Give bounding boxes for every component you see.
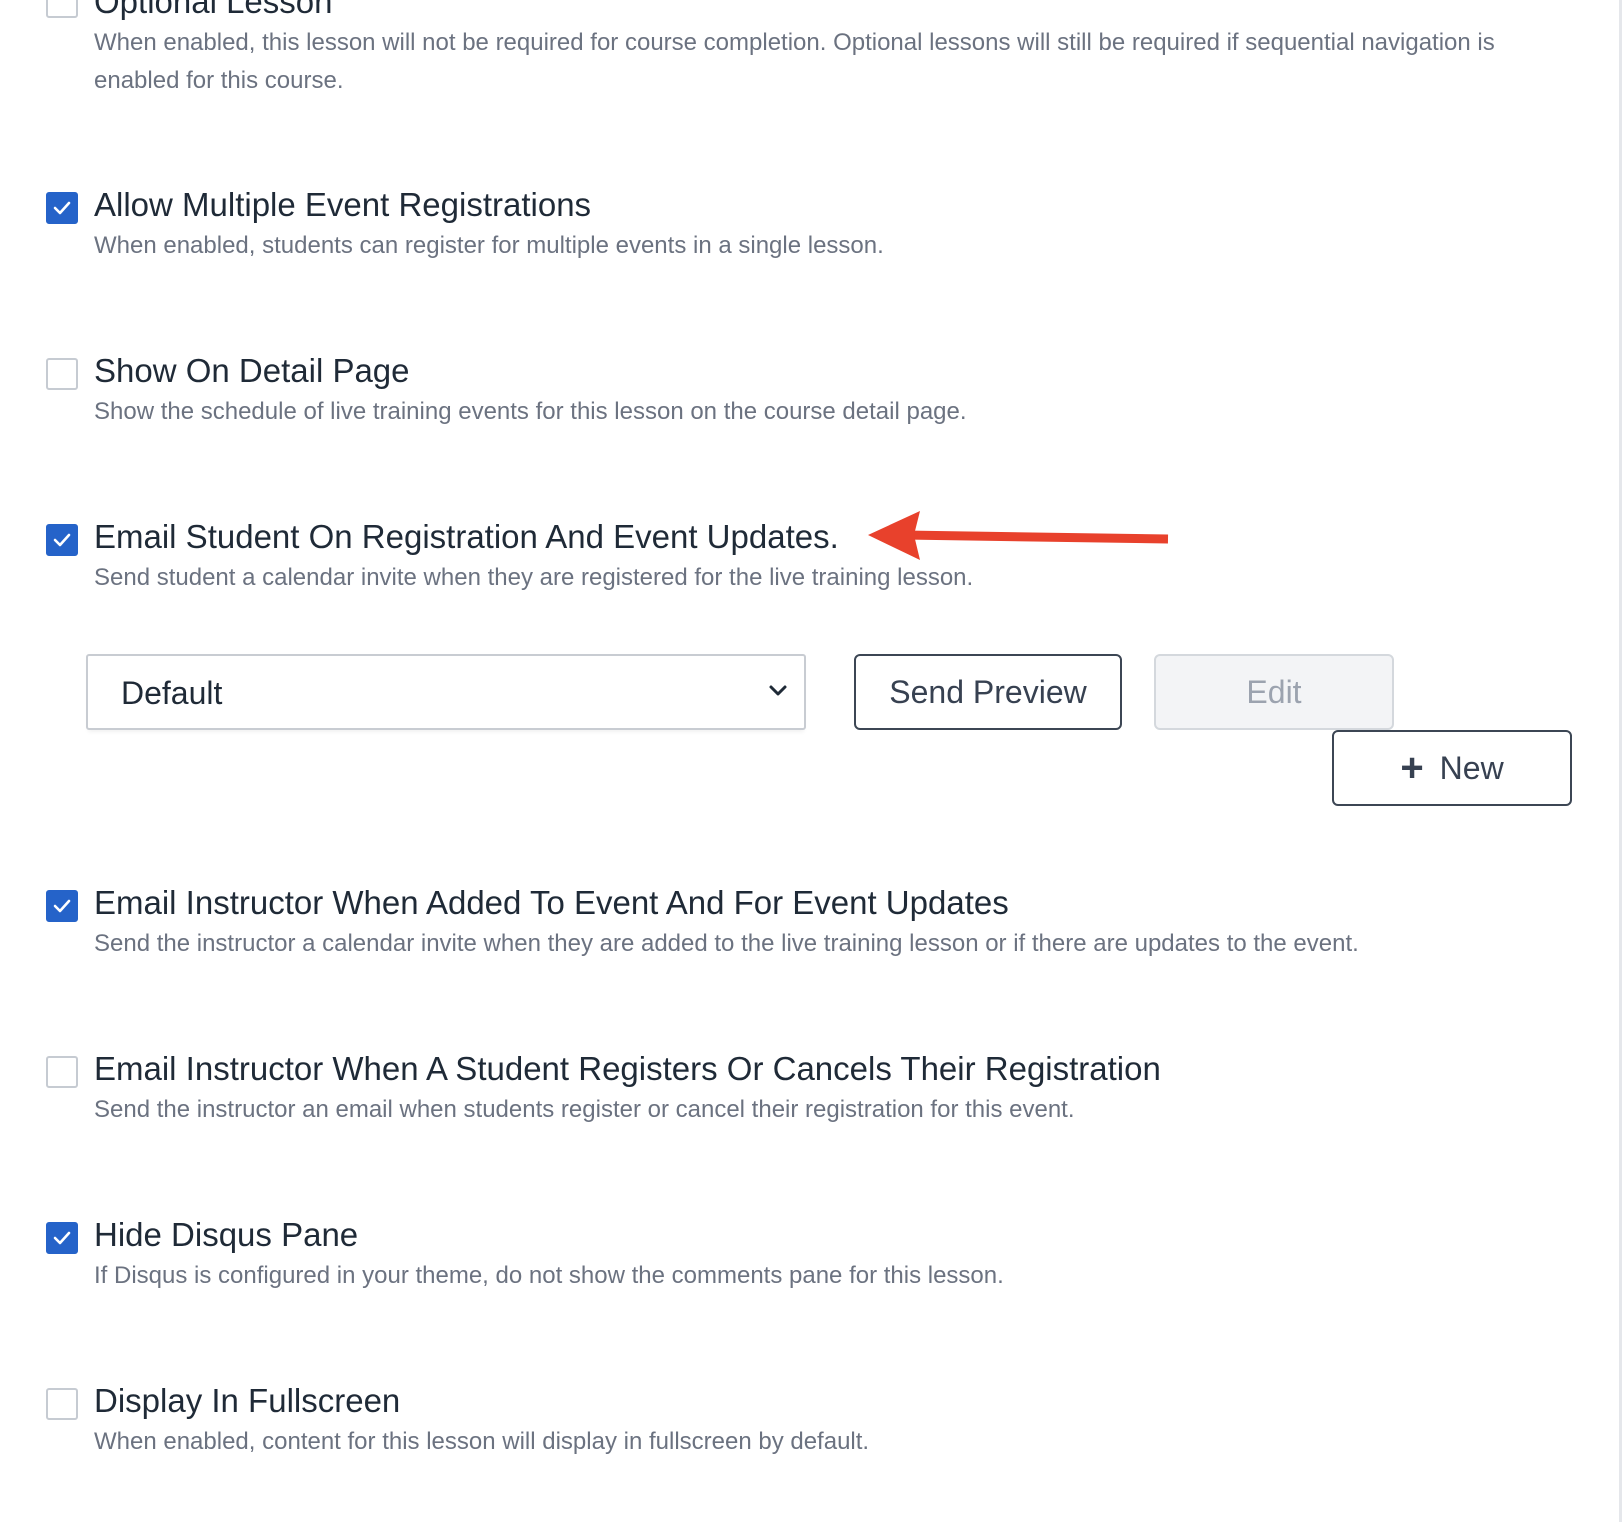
setting-label: Hide Disqus Pane (94, 1216, 359, 1253)
checkmark-icon (53, 201, 71, 215)
setting-description: When enabled, this lesson will not be re… (94, 29, 1495, 94)
checkmark-icon (53, 1231, 71, 1245)
setting-description: Send the instructor an email when studen… (94, 1096, 1075, 1123)
setting-description: When enabled, content for this lesson wi… (94, 1428, 870, 1455)
setting-description: Send the instructor a calendar invite wh… (94, 930, 1359, 957)
setting-label: Display In Fullscreen (94, 1382, 401, 1419)
email-student-checkbox[interactable] (46, 524, 78, 556)
allow-multiple-registrations-checkbox[interactable] (46, 192, 78, 224)
plus-icon: + (1400, 746, 1424, 790)
display-in-fullscreen-checkbox[interactable] (46, 1388, 78, 1420)
send-preview-button[interactable]: Send Preview (854, 654, 1122, 730)
optional-lesson-checkbox[interactable] (46, 0, 78, 18)
setting-description: Show the schedule of live training event… (94, 398, 967, 425)
setting-description: Send student a calendar invite when they… (94, 564, 974, 591)
setting-description: When enabled, students can register for … (94, 232, 884, 259)
email-instructor-student-registers-checkbox[interactable] (46, 1056, 78, 1088)
edit-button[interactable]: Edit (1154, 654, 1394, 730)
new-template-button[interactable]: + New (1332, 730, 1572, 806)
email-instructor-added-checkbox[interactable] (46, 890, 78, 922)
setting-label: Email Student On Registration And Event … (94, 518, 839, 555)
setting-label: Show On Detail Page (94, 352, 410, 389)
email-template-select[interactable]: Default (86, 654, 806, 730)
checkmark-icon (53, 533, 71, 547)
setting-label: Optional Lesson (94, 0, 333, 20)
hide-disqus-pane-checkbox[interactable] (46, 1222, 78, 1254)
setting-label: Email Instructor When A Student Register… (94, 1050, 1161, 1087)
email-template-selected-value: Default (121, 675, 223, 711)
chevron-down-icon (769, 685, 787, 696)
checkmark-icon (53, 899, 71, 913)
setting-description: If Disqus is configured in your theme, d… (94, 1262, 1004, 1289)
setting-label: Allow Multiple Event Registrations (94, 186, 592, 223)
show-on-detail-page-checkbox[interactable] (46, 358, 78, 390)
setting-label: Email Instructor When Added To Event And… (94, 884, 1009, 921)
annotation-arrow-icon (868, 511, 1169, 560)
new-button-label: New (1439, 750, 1504, 786)
